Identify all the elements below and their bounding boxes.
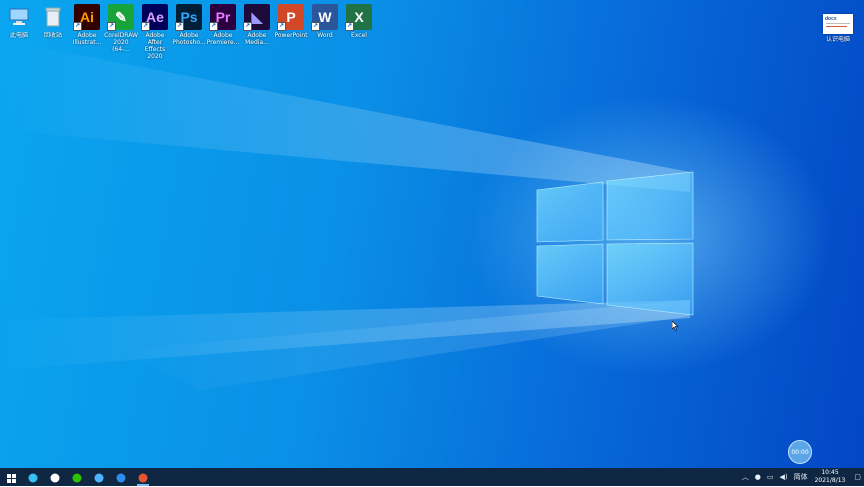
illustrator-icon: Ai ↗ [73, 4, 100, 31]
desktop-icon-label: Word [317, 32, 333, 39]
media-encoder-icon: ◣ ↗ [243, 4, 270, 31]
after-effects-icon: Ae ↗ [141, 4, 168, 31]
desktop-icon-photoshop[interactable]: Ps ↗ Adobe Photosho... [172, 4, 206, 46]
taskbar: ︿ ● ▭ ◀) 简体 10:45 2021/8/13 ▢ [0, 468, 864, 486]
app-k-icon [116, 468, 126, 487]
taskbar-start[interactable] [0, 468, 22, 486]
desktop-wallpaper: 此电脑 回收站 Ai ↗ Adobe Illustrat... ✎ ↗ CorelDRAW 2… [0, 0, 864, 468]
desktop-icon-label: PowerPoint [274, 32, 308, 39]
taskbar-settings[interactable] [44, 468, 66, 486]
taskbar-app-k[interactable] [110, 468, 132, 486]
chevron-up-icon[interactable]: ︿ [742, 472, 749, 482]
premiere-icon: Pr ↗ [209, 4, 236, 31]
desktop-icon-label: Adobe Illustrat... [72, 32, 102, 46]
document-badge: docx [825, 16, 837, 22]
desktop-icon-after-effects[interactable]: Ae ↗ Adobe After Effects 2020 [138, 4, 172, 60]
photoshop-icon: Ps ↗ [175, 4, 202, 31]
desktop-icon-label: CorelDRAW 2020 (64-... [104, 32, 138, 53]
shortcut-arrow-icon: ↗ [209, 22, 218, 31]
document-thumbnail-icon: docx [823, 14, 853, 34]
shortcut-arrow-icon: ↗ [345, 22, 354, 31]
taskbar-edge[interactable] [22, 468, 44, 486]
desktop-icon-label: Adobe Photosho... [172, 32, 206, 46]
desktop-icon-powerpoint[interactable]: P ↗ PowerPoint [274, 4, 308, 39]
shortcut-arrow-icon: ↗ [73, 22, 82, 31]
windows-logo-wallpaper [0, 40, 694, 390]
powerpoint-icon: P ↗ [277, 4, 304, 31]
shortcut-arrow-icon: ↗ [311, 22, 320, 31]
search-app-icon [94, 468, 104, 487]
desktop-icon-label: Adobe After Effects 2020 [144, 32, 166, 60]
this-pc-icon [6, 4, 32, 30]
taskbar-search-app[interactable] [88, 468, 110, 486]
battery-icon[interactable]: ▭ [767, 473, 774, 481]
clock[interactable]: 10:45 2021/8/13 [815, 469, 846, 485]
notification-icon[interactable]: ▢ [854, 473, 861, 481]
coreldraw-icon: ✎ ↗ [107, 4, 134, 31]
desktop-icon-label: 此电脑 [9, 32, 28, 39]
shortcut-arrow-icon: ↗ [107, 22, 116, 31]
system-tray: ︿ ● ▭ ◀) 简体 10:45 2021/8/13 ▢ [739, 468, 864, 486]
recorder-icon [138, 468, 148, 487]
excel-icon: X ↗ [345, 4, 372, 31]
edge-icon [28, 468, 38, 487]
desktop-icon-premiere[interactable]: Pr ↗ Adobe Premiere... [206, 4, 240, 46]
shortcut-arrow-icon: ↗ [243, 22, 252, 31]
desktop-icon-word[interactable]: W ↗ Word [308, 4, 342, 39]
recycle-bin-icon [40, 4, 66, 30]
taskbar-recorder[interactable] [132, 468, 154, 486]
word-icon: W ↗ [311, 4, 338, 31]
desktop-icon-label: Adobe Media... [245, 32, 269, 46]
desktop-icon-illustrator[interactable]: Ai ↗ Adobe Illustrat... [70, 4, 104, 46]
clock-date: 2021/8/13 [814, 477, 846, 484]
document-label: 认识电脑 [825, 36, 850, 43]
shortcut-arrow-icon: ↗ [141, 22, 150, 31]
desktop-icon-label: Adobe Premiere... [206, 32, 240, 46]
desktop-icon-recycle-bin[interactable]: 回收站 [36, 4, 70, 39]
mouse-cursor-icon [672, 321, 679, 331]
clock-time: 10:45 [821, 469, 839, 476]
settings-icon [50, 468, 60, 487]
wechat-icon [72, 468, 82, 487]
desktop-icon-this-pc[interactable]: 此电脑 [2, 4, 36, 39]
desktop-icon-label: 回收站 [43, 32, 62, 39]
start-icon [6, 468, 16, 487]
ime-indicator[interactable]: 简体 [794, 472, 808, 482]
desktop-icon-media-encoder[interactable]: ◣ ↗ Adobe Media... [240, 4, 274, 46]
desktop-icon-coreldraw[interactable]: ✎ ↗ CorelDRAW 2020 (64-... [104, 4, 138, 53]
microphone-icon[interactable]: ● [755, 473, 761, 481]
shortcut-arrow-icon: ↗ [277, 22, 286, 31]
shortcut-arrow-icon: ↗ [175, 22, 184, 31]
desktop-icon-document[interactable]: docx 认识电脑 [820, 4, 856, 43]
desktop-icon-excel[interactable]: X ↗ Excel [342, 4, 376, 39]
desktop-icon-label: Excel [351, 32, 367, 39]
taskbar-wechat[interactable] [66, 468, 88, 486]
volume-icon[interactable]: ◀) [779, 473, 787, 481]
record-timer-button[interactable]: 00:00 [788, 440, 812, 464]
